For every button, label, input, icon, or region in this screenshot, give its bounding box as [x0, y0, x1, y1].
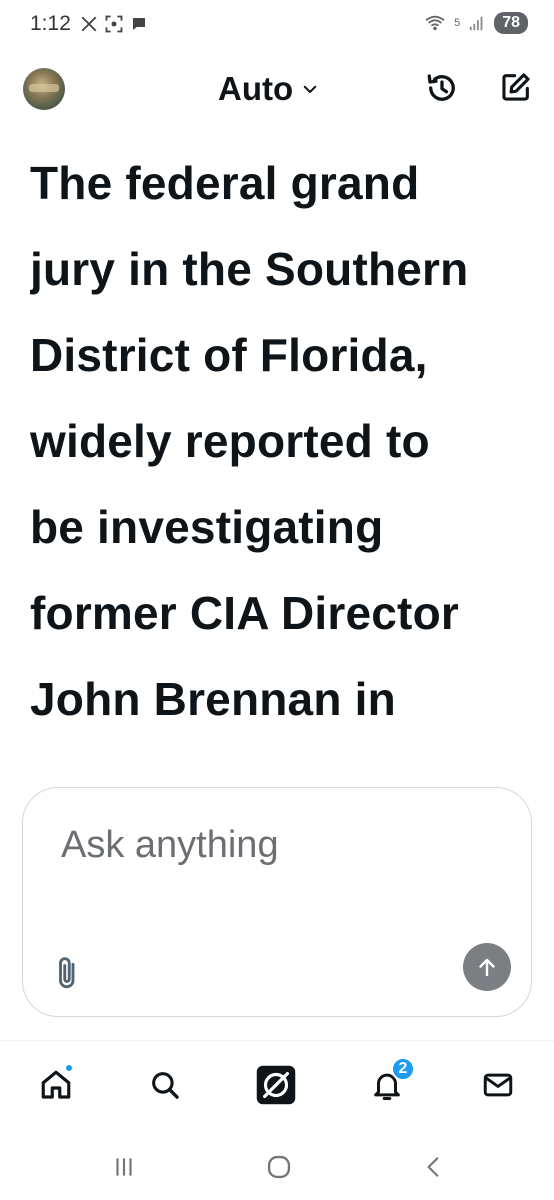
search-icon: [152, 1072, 179, 1099]
ask-input[interactable]: [61, 824, 481, 867]
status-bar: 1:12 5 78: [0, 0, 554, 50]
new-chat-button[interactable]: [499, 70, 535, 106]
history-icon: [427, 74, 455, 101]
notification-badge: 2: [391, 1057, 415, 1081]
response-line: The federal grand: [30, 157, 420, 209]
wifi-icon: [425, 15, 445, 31]
signal-icon: [470, 16, 483, 31]
envelope-icon: [483, 1073, 513, 1097]
response-line: jury in the Southern: [30, 243, 469, 295]
unread-dot: [64, 1063, 74, 1073]
grok-icon: [256, 1065, 296, 1105]
status-notification-icons: [80, 14, 148, 34]
avatar[interactable]: [23, 68, 65, 110]
chat-bubble-icon: [133, 18, 145, 30]
header: Auto: [0, 60, 554, 120]
mode-selector[interactable]: Auto: [218, 70, 319, 108]
response-line: John Brennan in: [30, 673, 396, 725]
tab-messages[interactable]: [476, 1063, 520, 1107]
response-text: The federal grand jury in the Southern D…: [30, 140, 530, 742]
tab-search[interactable]: [143, 1063, 187, 1107]
status-time: 1:12: [30, 12, 71, 35]
tab-bar: 2: [0, 1040, 554, 1130]
compose-icon: [502, 73, 530, 101]
attach-button[interactable]: [53, 953, 83, 993]
history-button[interactable]: [424, 70, 460, 106]
tab-grok[interactable]: [254, 1063, 298, 1107]
system-nav: [0, 1140, 554, 1200]
screenshot-icon: [105, 15, 123, 33]
response-line: District of Florida,: [30, 329, 428, 381]
response-line: former CIA Director: [30, 587, 459, 639]
battery-level: 78: [494, 12, 528, 34]
send-button[interactable]: [463, 943, 511, 991]
paperclip-icon: [59, 957, 75, 989]
x-logo-icon: [81, 16, 97, 32]
recents-icon: [116, 1158, 132, 1176]
mode-label: Auto: [218, 70, 294, 107]
recents-button[interactable]: [104, 1152, 144, 1182]
response-line: be investigating: [30, 501, 384, 553]
status-system-icons: 5 78: [424, 12, 528, 34]
back-button[interactable]: [414, 1152, 454, 1182]
chevron-down-icon: [303, 85, 317, 93]
wifi-label: 5: [454, 17, 461, 29]
arrow-up-icon: [479, 958, 495, 977]
response-line: widely reported to: [30, 415, 430, 467]
system-home-button[interactable]: [259, 1152, 299, 1182]
tab-notifications[interactable]: 2: [365, 1057, 415, 1107]
composer: [22, 787, 532, 1017]
response-area: The federal grand jury in the Southern D…: [30, 140, 530, 780]
circle-home-icon: [267, 1155, 291, 1179]
back-icon: [427, 1157, 439, 1177]
tab-home[interactable]: [34, 1063, 78, 1107]
